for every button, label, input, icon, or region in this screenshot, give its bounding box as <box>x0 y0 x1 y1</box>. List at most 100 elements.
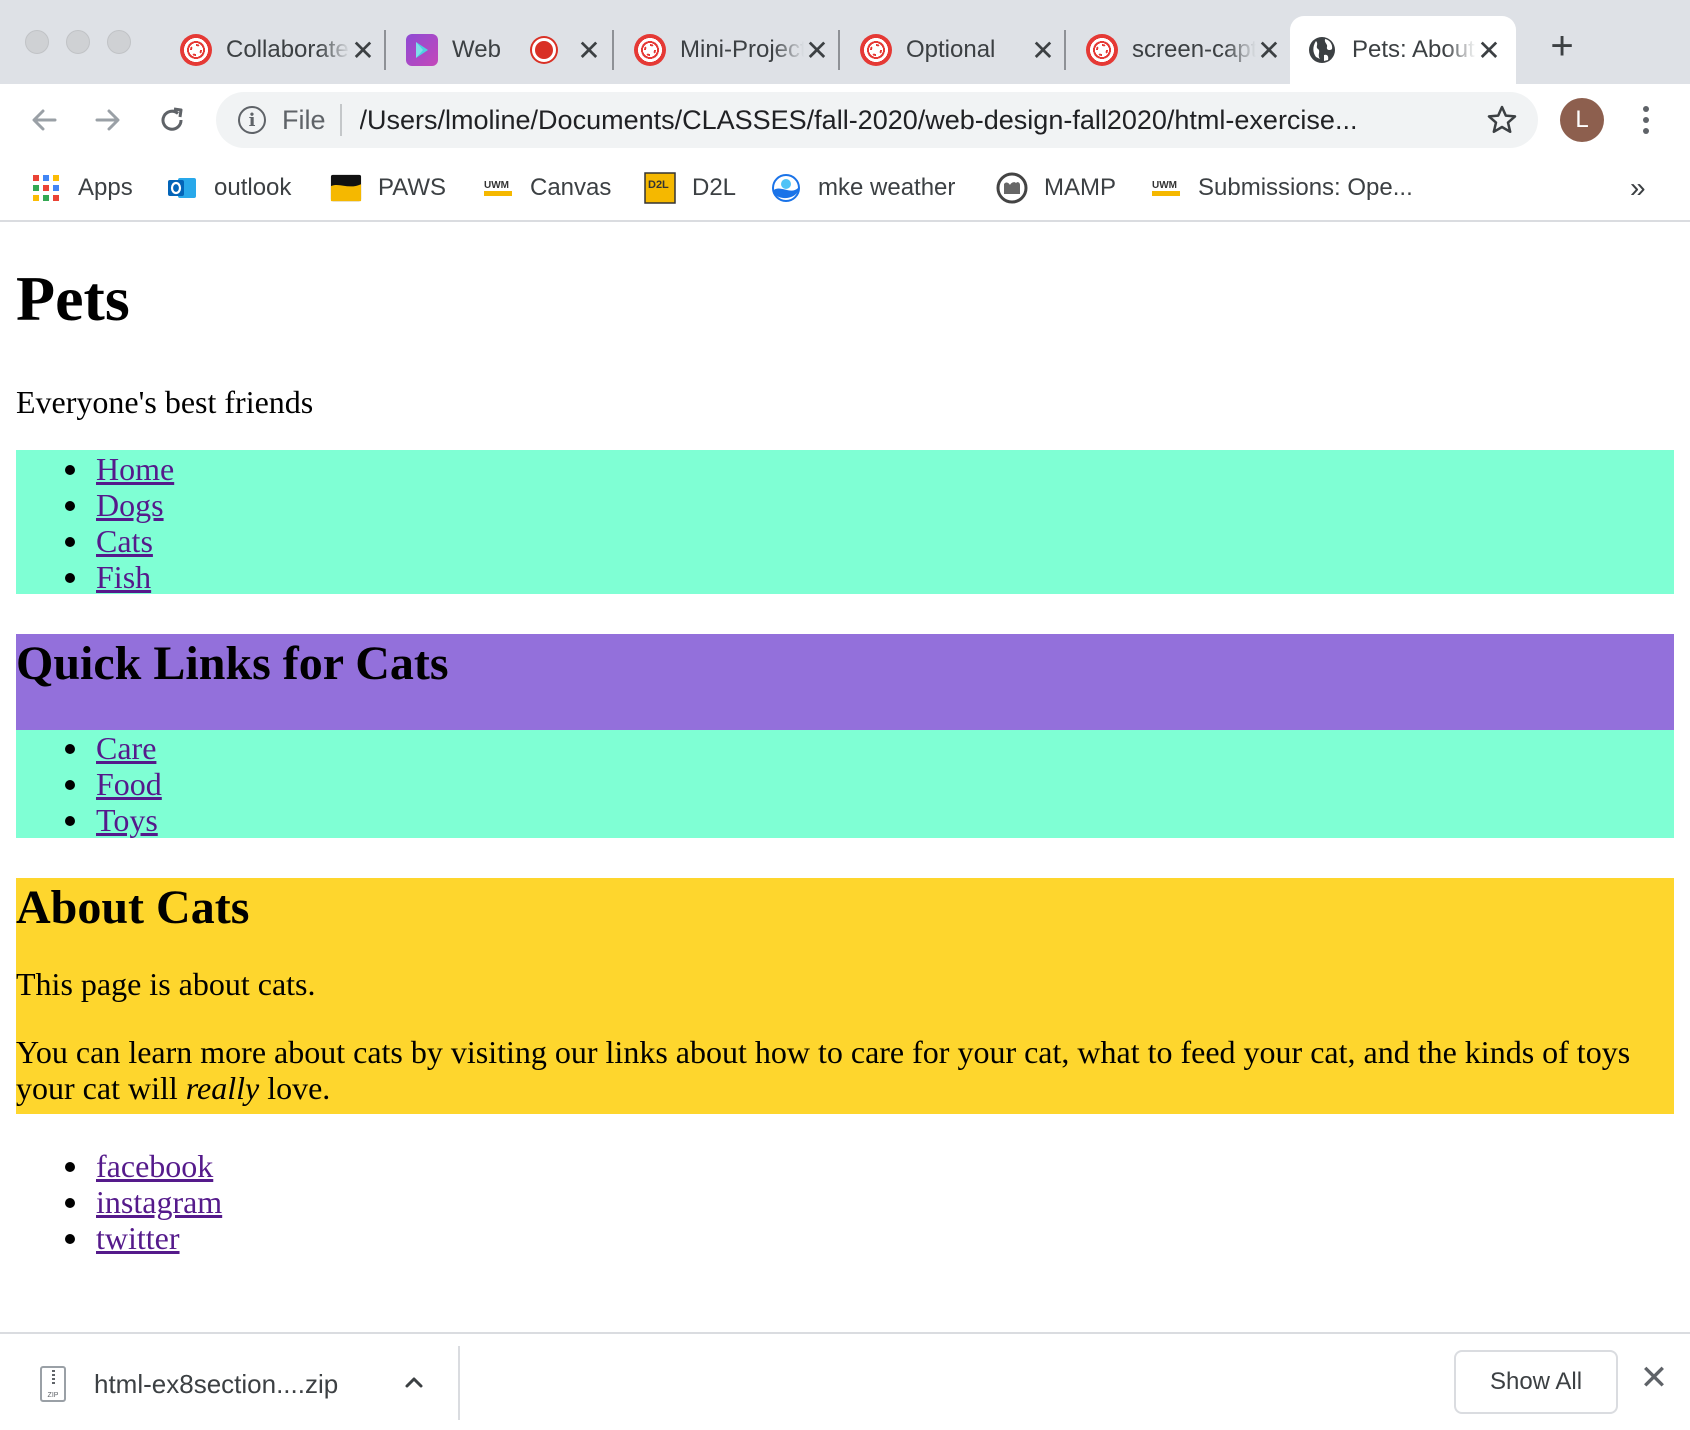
close-icon[interactable]: ✕ <box>1256 35 1282 66</box>
bookmark-label: Submissions: Ope... <box>1198 174 1413 201</box>
page-title: Pets <box>16 263 130 334</box>
bookmark-submissions[interactable]: UWM Submissions: Ope... <box>1150 166 1413 210</box>
nav-link-dogs[interactable]: Dogs <box>96 487 164 523</box>
close-icon[interactable]: ✕ <box>804 35 830 66</box>
quick-links-nav: Care Food Toys <box>16 730 1674 838</box>
main-nav: Home Dogs Cats Fish <box>16 450 1674 595</box>
recording-indicator-icon <box>532 38 556 62</box>
tab-separator <box>838 30 840 70</box>
uwm-icon: UWM <box>1150 172 1182 204</box>
d2l-icon: D2L <box>644 172 676 204</box>
tab-separator <box>612 30 614 70</box>
bookmarks-overflow-icon[interactable]: » <box>1630 172 1646 204</box>
bookmark-mke-weather[interactable]: mke weather <box>770 166 955 210</box>
profile-avatar[interactable]: L <box>1560 98 1604 142</box>
tab-mini-project[interactable]: Mini-Project ✕ <box>618 16 844 84</box>
quick-link-toys[interactable]: Toys <box>96 802 158 838</box>
close-icon[interactable]: ✕ <box>576 35 602 66</box>
bookmark-mamp[interactable]: MAMP <box>996 166 1116 210</box>
about-heading: About Cats <box>16 881 250 934</box>
url-scheme-label: File <box>282 104 326 135</box>
noaa-icon <box>770 172 802 204</box>
bookmark-canvas[interactable]: UWM Canvas <box>482 166 611 210</box>
about-section: About Cats This page is about cats. You … <box>16 878 1674 1114</box>
bookmark-paws[interactable]: PAWS <box>330 166 446 210</box>
tab-strip: Collaborate ✕ Web ✕ Mini-Project ✕ Optio… <box>0 0 1690 84</box>
social-links-list: facebook instagram twitter <box>16 1148 1674 1256</box>
nav-link-cats[interactable]: Cats <box>96 523 153 559</box>
canvas-icon <box>180 34 212 66</box>
reload-icon[interactable] <box>150 98 194 142</box>
chevron-up-icon[interactable] <box>400 1368 428 1396</box>
download-file-name: html-ex8section....zip <box>94 1368 339 1399</box>
bookmark-outlook[interactable]: outlook <box>166 166 291 210</box>
download-divider <box>458 1346 460 1420</box>
tab-collaborate[interactable]: Collaborate ✕ <box>164 16 390 84</box>
web-app-icon <box>406 34 438 66</box>
outlook-icon <box>166 172 198 204</box>
omnibox-divider <box>339 104 342 136</box>
social-links: facebook instagram twitter <box>16 1148 1674 1258</box>
tab-title: Mini-Project <box>680 36 804 63</box>
tab-optional[interactable]: Optional ✕ <box>844 16 1070 84</box>
bookmark-label: outlook <box>214 174 292 201</box>
close-icon[interactable]: ✕ <box>1476 35 1502 66</box>
tab-title: Pets: About Cats <box>1352 36 1476 63</box>
apps-grid-icon <box>30 172 62 204</box>
nav-link-home[interactable]: Home <box>96 451 174 487</box>
bookmark-label: Canvas <box>530 174 612 201</box>
tab-pets-about-cats[interactable]: Pets: About Cats ✕ <box>1290 16 1516 84</box>
quick-link-food[interactable]: Food <box>96 766 162 802</box>
download-item[interactable]: ZIP html-ex8section....zip <box>40 1362 338 1406</box>
quick-link-item-toys: Toys <box>16 802 1674 838</box>
canvas-icon <box>634 34 666 66</box>
tab-web[interactable]: Web ✕ <box>390 16 616 84</box>
quick-link-care[interactable]: Care <box>96 730 156 766</box>
page-viewport: Pets Everyone's best friends Home Dogs C… <box>0 224 1690 1332</box>
close-icon[interactable]: ✕ <box>1030 35 1056 66</box>
mamp-icon <box>996 172 1028 204</box>
address-bar[interactable]: i File /Users/lmoline/Documents/CLASSES/… <box>216 92 1538 148</box>
about-paragraph-1: This page is about cats. <box>16 966 316 1002</box>
quick-links-heading: Quick Links for Cats <box>16 637 449 690</box>
bookmark-label: D2L <box>692 174 737 201</box>
paws-icon <box>330 172 362 204</box>
window-close-button[interactable] <box>25 30 49 54</box>
page-tagline: Everyone's best friends <box>16 384 314 420</box>
svg-text:UWM: UWM <box>1152 180 1177 191</box>
tab-screen-capture[interactable]: screen-capture ✕ <box>1070 16 1296 84</box>
tab-title: Optional <box>906 36 996 63</box>
info-icon[interactable]: i <box>238 106 266 134</box>
nav-item-cats: Cats <box>16 523 1674 559</box>
nav-item-dogs: Dogs <box>16 487 1674 523</box>
back-arrow-icon[interactable] <box>22 98 66 142</box>
close-icon[interactable]: ✕ <box>350 35 376 66</box>
tab-title: screen-capture <box>1132 36 1256 63</box>
tab-separator <box>1064 30 1066 70</box>
svg-text:UWM: UWM <box>484 180 509 191</box>
social-link-twitter[interactable]: twitter <box>96 1220 180 1256</box>
window-zoom-button[interactable] <box>107 30 131 54</box>
nav-link-fish[interactable]: Fish <box>96 559 151 595</box>
bookmark-label: MAMP <box>1044 174 1116 201</box>
more-menu-icon[interactable] <box>1634 100 1658 140</box>
bookmark-apps[interactable]: Apps <box>30 166 133 210</box>
social-link-instagram[interactable]: instagram <box>96 1184 222 1220</box>
quick-links-list: Care Food Toys <box>16 730 1674 838</box>
svg-text:D2L: D2L <box>648 179 669 191</box>
tab-title: Web <box>452 36 501 63</box>
zip-file-icon: ZIP <box>40 1366 66 1402</box>
social-item-facebook: facebook <box>16 1148 1674 1184</box>
url-text[interactable]: /Users/lmoline/Documents/CLASSES/fall-20… <box>360 105 1478 136</box>
show-all-button[interactable]: Show All <box>1454 1350 1618 1414</box>
window-minimize-button[interactable] <box>66 30 90 54</box>
social-link-facebook[interactable]: facebook <box>96 1148 213 1184</box>
quick-link-item-care: Care <box>16 730 1674 766</box>
new-tab-icon[interactable]: + <box>1544 26 1580 66</box>
bookmark-star-icon[interactable] <box>1478 96 1526 144</box>
forward-arrow-icon[interactable] <box>86 98 130 142</box>
bookmark-d2l[interactable]: D2L D2L <box>644 166 736 210</box>
quick-link-item-food: Food <box>16 766 1674 802</box>
bookmark-label: PAWS <box>378 174 447 201</box>
close-icon[interactable]: ✕ <box>1640 1359 1669 1397</box>
